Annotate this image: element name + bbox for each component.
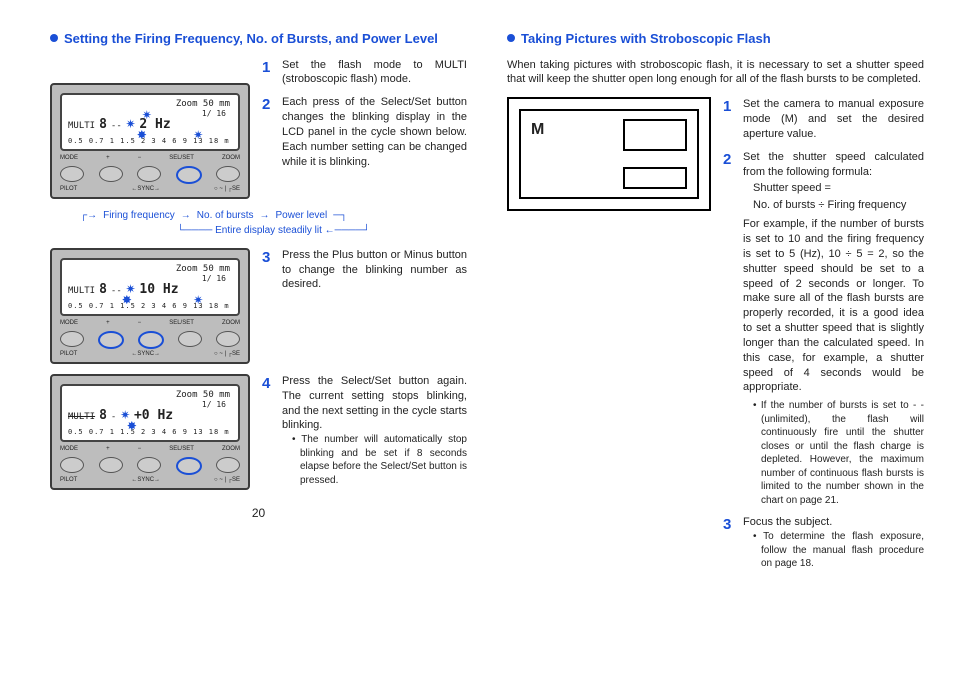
right-step3-note: • To determine the flash exposure, follo… xyxy=(753,530,924,571)
right-step2-note: • If the number of bursts is set to - - … xyxy=(753,399,924,507)
camera-display-illustration: M xyxy=(507,97,711,211)
right-step-2: 2 xyxy=(723,150,737,508)
heading-left: Setting the Firing Frequency, No. of Bur… xyxy=(50,30,467,48)
right-step-3: 3 xyxy=(723,515,737,570)
heading-right: Taking Pictures with Stroboscopic Flash xyxy=(507,30,924,48)
step-4: 4 xyxy=(262,374,276,487)
cycle-diagram: ┌→ Firing frequency → No. of bursts → Po… xyxy=(80,209,467,238)
minus-btn-highlight xyxy=(138,331,164,349)
selset-btn-highlight xyxy=(176,166,202,184)
lcd-illustration-1: Zoom 50 mm 1/ 16 MULTI 8--✷ 2 Hz 0.5 0.7… xyxy=(50,83,250,199)
right-step-1: 1 xyxy=(723,97,737,142)
lcd-illustration-2: Zoom 50 mm 1/ 16 MULTI 8--✷ 10 Hz 0.5 0.… xyxy=(50,248,250,364)
step-3: 3 xyxy=(262,248,276,293)
lcd-illustration-3: Zoom 50 mm 1/ 16 MULTI 8- ✷+0 Hz 0.5 0.7… xyxy=(50,374,250,490)
step-2: 2 xyxy=(262,95,276,169)
plus-btn-highlight xyxy=(98,331,124,349)
selset-btn-highlight-3 xyxy=(176,457,202,475)
step4-note: • The number will automatically stop bli… xyxy=(292,433,467,487)
right-intro: When taking pictures with stroboscopic f… xyxy=(507,58,924,88)
step-1: 1 xyxy=(262,58,276,88)
page-number: 20 xyxy=(50,505,467,521)
